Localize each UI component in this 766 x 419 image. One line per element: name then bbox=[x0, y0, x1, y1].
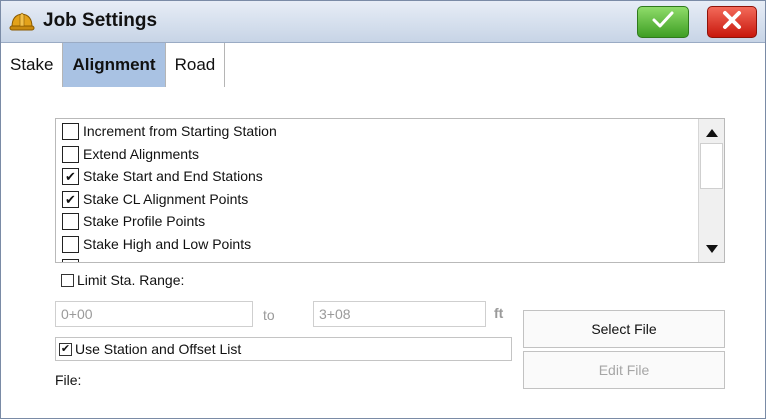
tab-label: Stake bbox=[10, 55, 54, 74]
tab-alignment[interactable]: Alignment bbox=[63, 43, 166, 87]
to-label: to bbox=[263, 307, 275, 323]
file-label: File: bbox=[55, 372, 82, 388]
option-label: Stake High and Low Points bbox=[83, 236, 252, 252]
edit-file-button[interactable]: Edit File bbox=[523, 351, 725, 389]
checkbox[interactable] bbox=[62, 145, 79, 163]
option-label: Stake Start and End Stations bbox=[83, 168, 263, 184]
checkmark-icon bbox=[651, 10, 675, 35]
option-increment-from-starting-station[interactable]: Increment from Starting Station bbox=[62, 121, 277, 141]
station-offset-checkbox[interactable]: ✔ bbox=[59, 342, 72, 356]
option-label: Stake Profile Points bbox=[83, 213, 206, 229]
job-settings-window: Job Settings Stake Alignment Road Increm… bbox=[0, 0, 766, 419]
alignment-options-list[interactable]: Increment from Starting Station Extend A… bbox=[55, 118, 725, 263]
station-to-value: 3+08 bbox=[319, 306, 351, 322]
station-to-field[interactable]: 3+08 bbox=[313, 301, 486, 327]
checkbox[interactable] bbox=[62, 212, 79, 230]
select-file-button[interactable]: Select File bbox=[523, 310, 725, 348]
checkbox[interactable] bbox=[62, 235, 79, 253]
checkbox[interactable]: ✔ bbox=[62, 167, 79, 185]
option-stake-start-end-stations[interactable]: ✔ Stake Start and End Stations bbox=[62, 166, 263, 186]
option-partial-next bbox=[62, 257, 83, 262]
window-title: Job Settings bbox=[43, 10, 158, 31]
limit-sta-range[interactable]: Limit Sta. Range: bbox=[61, 272, 184, 288]
tab-label: Alignment bbox=[72, 55, 156, 74]
limit-range-label: Limit Sta. Range: bbox=[77, 272, 185, 288]
tab-label: Road bbox=[174, 55, 216, 74]
checkbox bbox=[62, 258, 79, 262]
option-stake-cl-alignment-points[interactable]: ✔ Stake CL Alignment Points bbox=[62, 189, 248, 209]
checkbox[interactable] bbox=[62, 122, 79, 140]
station-from-value: 0+00 bbox=[61, 306, 93, 322]
title-bar: Job Settings bbox=[1, 1, 765, 43]
hard-hat-icon bbox=[9, 9, 35, 35]
station-from-field[interactable]: 0+00 bbox=[55, 301, 253, 327]
checkbox[interactable]: ✔ bbox=[62, 190, 79, 208]
list-scrollbar[interactable] bbox=[698, 119, 724, 262]
scroll-up-arrow-icon[interactable] bbox=[699, 123, 724, 143]
option-extend-alignments[interactable]: Extend Alignments bbox=[62, 144, 199, 164]
option-label: Stake CL Alignment Points bbox=[83, 191, 249, 207]
scroll-thumb[interactable] bbox=[700, 143, 723, 189]
option-stake-high-low-points[interactable]: Stake High and Low Points bbox=[62, 234, 251, 254]
tab-stake[interactable]: Stake bbox=[1, 43, 64, 87]
unit-label: ft bbox=[494, 305, 504, 321]
select-file-label: Select File bbox=[591, 321, 657, 337]
edit-file-label: Edit File bbox=[598, 362, 650, 378]
option-stake-profile-points[interactable]: Stake Profile Points bbox=[62, 211, 205, 231]
use-station-offset-list[interactable]: ✔ Use Station and Offset List bbox=[55, 337, 512, 361]
option-label: Extend Alignments bbox=[83, 146, 199, 162]
tab-road[interactable]: Road bbox=[166, 43, 226, 87]
tab-bar: Stake Alignment Road bbox=[1, 43, 226, 87]
cancel-button[interactable] bbox=[707, 6, 757, 38]
close-icon bbox=[721, 10, 743, 35]
option-label: Increment from Starting Station bbox=[83, 123, 277, 139]
scroll-down-arrow-icon[interactable] bbox=[699, 239, 724, 259]
ok-button[interactable] bbox=[637, 6, 689, 38]
station-offset-label: Use Station and Offset List bbox=[75, 341, 242, 357]
limit-range-checkbox[interactable] bbox=[61, 273, 74, 287]
